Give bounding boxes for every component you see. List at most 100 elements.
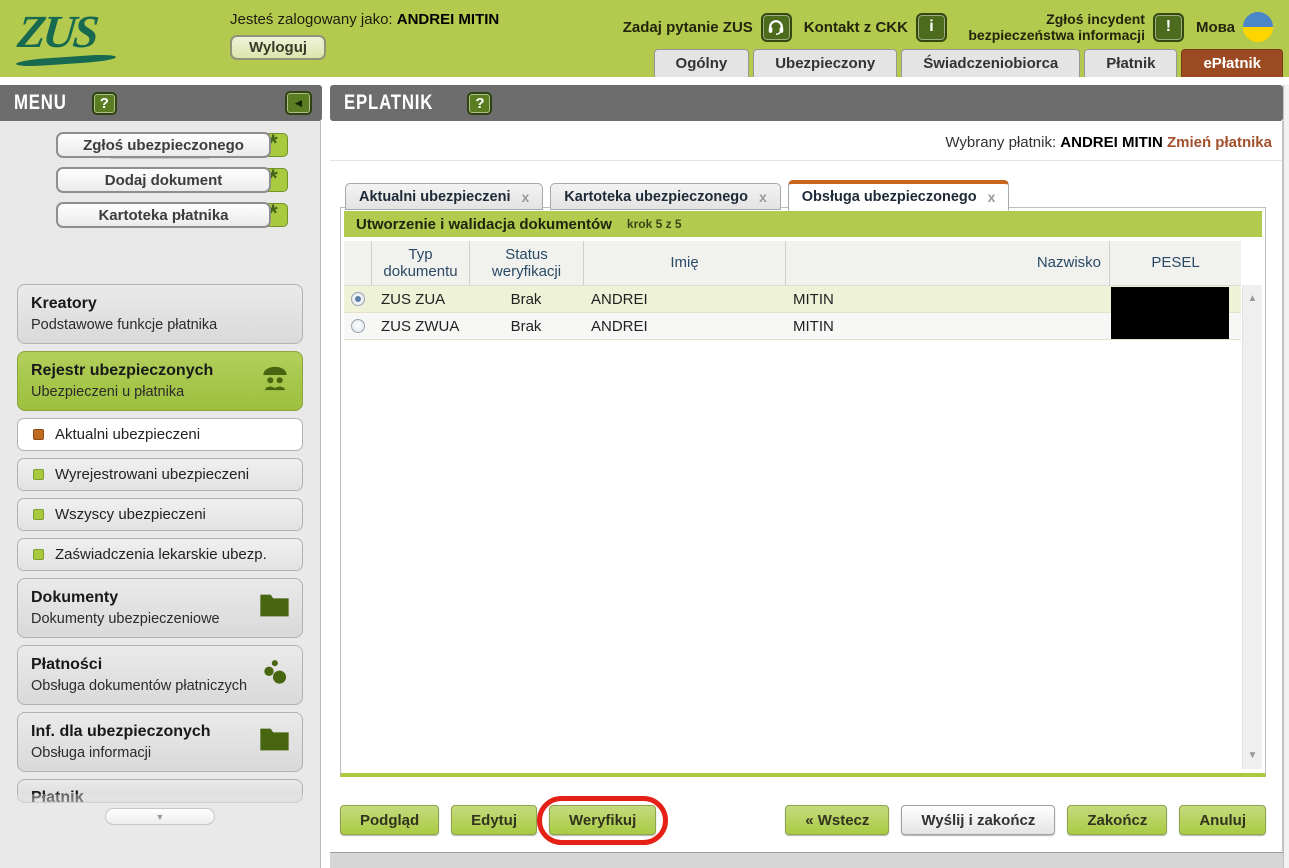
tab-label: Kartoteka ubezpieczonego xyxy=(564,189,748,205)
scroll-up-icon[interactable]: ▲ xyxy=(1243,293,1262,304)
logged-in-text: Jesteś zalogowany jako: ANDREI MITIN xyxy=(230,11,499,28)
cell-last-name: MITIN xyxy=(785,291,1109,308)
sidebar-item-wyrejestrowani-ubezpieczeni[interactable]: Wyrejestrowani ubezpieczeni xyxy=(17,458,303,491)
send-and-finish-button[interactable]: Wyślij i zakończ xyxy=(901,805,1055,835)
report-incident-label: Zgłoś incydent bezpieczeństwa informacji xyxy=(959,11,1145,43)
tab-obsluga-ubezpieczonego[interactable]: Obsługa ubezpieczonego x xyxy=(788,180,1010,211)
quick-button-label: Zgłoś ubezpieczonego xyxy=(56,132,271,158)
sidebar-item-title: Rejestr ubezpieczonych xyxy=(31,362,256,380)
orange-bullet-icon xyxy=(33,429,44,440)
headset-icon[interactable] xyxy=(761,13,792,42)
close-icon[interactable]: x xyxy=(759,189,767,205)
page-bottom-strip xyxy=(330,852,1283,868)
sidebar-collapse-icon[interactable]: ◄ xyxy=(285,91,312,115)
verify-button[interactable]: Weryfikuj xyxy=(549,805,656,835)
portal-tab-platnik[interactable]: Płatnik xyxy=(1084,49,1177,77)
sidebar-item-zaswiadczenia-lekarskie[interactable]: Zaświadczenia lekarskie ubezp. xyxy=(17,538,303,571)
documents-table: Typ dokumentu Status weryfikacji Imię Na… xyxy=(344,241,1241,340)
info-icon[interactable]: i xyxy=(916,13,947,42)
tab-label: Obsługa ubezpieczonego xyxy=(802,189,977,205)
ukraine-flag-icon[interactable] xyxy=(1243,12,1273,42)
close-icon[interactable]: x xyxy=(521,189,529,205)
header-links: Zadaj pytanie ZUS Kontakt z CKK i Zgłoś … xyxy=(623,6,1273,48)
sidebar-item-wszyscy-ubezpieczeni[interactable]: Wszyscy ubezpieczeni xyxy=(17,498,303,531)
contact-ckk-link[interactable]: Kontakt z CKK i xyxy=(804,13,947,42)
quick-button-label: Kartoteka płatnika xyxy=(56,202,271,228)
cell-doc-type: ZUS ZUA xyxy=(371,291,469,308)
row-radio[interactable] xyxy=(351,319,365,333)
zus-logo[interactable]: ZUS xyxy=(18,10,123,68)
portal-tab-ubezpieczony[interactable]: Ubezpieczony xyxy=(753,49,897,77)
sidebar-subitem-label: Zaświadczenia lekarskie ubezp. xyxy=(55,546,267,563)
zus-eplatnik-screen: ZUS Jesteś zalogowany jako: ANDREI MITIN… xyxy=(0,0,1289,868)
quick-button-zglos-ubezpieczonego[interactable]: * Zgłoś ubezpieczonego xyxy=(56,132,288,158)
menu-title-bar: MENU ? ◄ xyxy=(0,85,322,121)
table-row[interactable]: ZUS ZUA Brak ANDREI MITIN xyxy=(344,286,1241,313)
change-payer-link[interactable]: Zmień płatnika xyxy=(1167,134,1272,151)
ask-zus-label: Zadaj pytanie ZUS xyxy=(623,19,753,36)
portal-tab-ogolny[interactable]: Ogólny xyxy=(654,49,750,77)
main-content: Wybrany płatnik: ANDREI MITIN Zmień płat… xyxy=(330,121,1283,852)
table-header-doc-type: Typ dokumentu xyxy=(371,241,469,285)
sidebar-item-subtitle: Obsługa dokumentów płatniczych xyxy=(31,678,256,694)
preview-button[interactable]: Podgląd xyxy=(340,805,439,835)
sidebar-menu: Kreatory Podstawowe funkcje płatnika Rej… xyxy=(17,284,303,803)
logout-button[interactable]: Wyloguj xyxy=(230,35,326,60)
quick-button-dodaj-dokument[interactable]: * Dodaj dokument xyxy=(56,167,288,193)
tab-aktualni-ubezpieczeni[interactable]: Aktualni ubezpieczeni x xyxy=(345,183,543,210)
sidebar-subitem-label: Wszyscy ubezpieczeni xyxy=(55,506,206,523)
login-block: Jesteś zalogowany jako: ANDREI MITIN Wyl… xyxy=(230,11,499,60)
table-header-row: Typ dokumentu Status weryfikacji Imię Na… xyxy=(344,241,1241,286)
folder-icon xyxy=(259,592,290,624)
table-scrollbar[interactable]: ▲ ▼ xyxy=(1242,285,1262,769)
eplatnik-title: EPLATNIK xyxy=(344,91,433,115)
sidebar-item-dokumenty[interactable]: Dokumenty Dokumenty ubezpieczeniowe xyxy=(17,578,303,638)
ask-zus-link[interactable]: Zadaj pytanie ZUS xyxy=(623,13,792,42)
sidebar-item-inf-dla-ubezpieczonych[interactable]: Inf. dla ubezpieczonych Obsługa informac… xyxy=(17,712,303,772)
exclamation-icon[interactable]: ! xyxy=(1153,13,1184,42)
finish-button[interactable]: Zakończ xyxy=(1067,805,1167,835)
sidebar-subitem-label: Wyrejestrowani ubezpieczeni xyxy=(55,466,249,483)
sidebar-item-title: Płatności xyxy=(31,656,256,674)
portal-tab-swiadczeniobiorca[interactable]: Świadczeniobiorca xyxy=(901,49,1080,77)
sidebar-item-subtitle: Podstawowe funkcje płatnika xyxy=(31,317,256,333)
back-button[interactable]: « Wstecz xyxy=(785,805,889,835)
folder-icon xyxy=(259,726,290,758)
wizard-step-title: Utworzenie i walidacja dokumentów xyxy=(356,216,612,233)
tab-kartoteka-ubezpieczonego[interactable]: Kartoteka ubezpieczonego x xyxy=(550,183,781,210)
sidebar-item-aktualni-ubezpieczeni[interactable]: Aktualni ubezpieczeni xyxy=(17,418,303,451)
sidebar-scroll-down-button[interactable]: ▼ xyxy=(105,808,215,825)
portal-tabs: Ogólny Ubezpieczony Świadczeniobiorca Pł… xyxy=(654,49,1283,77)
table-header-status: Status weryfikacji xyxy=(469,241,583,285)
sidebar-item-subtitle: Dokumenty ubezpieczeniowe xyxy=(31,611,256,627)
row-radio-selected[interactable] xyxy=(351,292,365,306)
table-header-select xyxy=(344,241,371,285)
wizard-panel: Utworzenie i walidacja dokumentów krok 5… xyxy=(340,207,1266,777)
sidebar-subitem-label: Aktualni ubezpieczeni xyxy=(55,426,200,443)
cell-doc-type: ZUS ZWUA xyxy=(371,318,469,335)
quick-button-label: Dodaj dokument xyxy=(56,167,271,193)
eplatnik-help-icon[interactable]: ? xyxy=(467,92,492,115)
cell-first-name: ANDREI xyxy=(583,291,785,308)
language-label: Мова xyxy=(1196,19,1235,36)
scroll-down-icon[interactable]: ▼ xyxy=(1243,750,1262,761)
sidebar-item-title: Dokumenty xyxy=(31,589,256,607)
menu-help-icon[interactable]: ? xyxy=(92,92,117,115)
report-incident-link[interactable]: Zgłoś incydent bezpieczeństwa informacji… xyxy=(959,11,1184,43)
edit-button[interactable]: Edytuj xyxy=(451,805,537,835)
table-header-pesel: PESEL xyxy=(1109,241,1241,285)
sidebar-item-platnosci[interactable]: Płatności Obsługa dokumentów płatniczych xyxy=(17,645,303,705)
table-row[interactable]: ZUS ZWUA Brak ANDREI MITIN xyxy=(344,313,1241,340)
contact-ckk-label: Kontakt z CKK xyxy=(804,19,908,36)
cancel-button[interactable]: Anuluj xyxy=(1179,805,1266,835)
pesel-redaction-box xyxy=(1111,287,1229,339)
close-icon[interactable]: x xyxy=(988,189,996,205)
portal-tab-eplatnik[interactable]: ePłatnik xyxy=(1181,49,1283,77)
selected-payer-name: ANDREI MITIN xyxy=(1060,134,1163,151)
window-scrollbar-strip[interactable] xyxy=(1283,85,1289,868)
sidebar-item-rejestr-ubezpieczonych[interactable]: Rejestr ubezpieczonych Ubezpieczeni u pł… xyxy=(17,351,303,411)
quick-button-kartoteka-platnika[interactable]: * Kartoteka płatnika xyxy=(56,202,288,228)
sidebar-item-kreatory[interactable]: Kreatory Podstawowe funkcje płatnika xyxy=(17,284,303,344)
green-bullet-icon xyxy=(33,469,44,480)
language-switcher[interactable]: Мова xyxy=(1196,12,1273,42)
